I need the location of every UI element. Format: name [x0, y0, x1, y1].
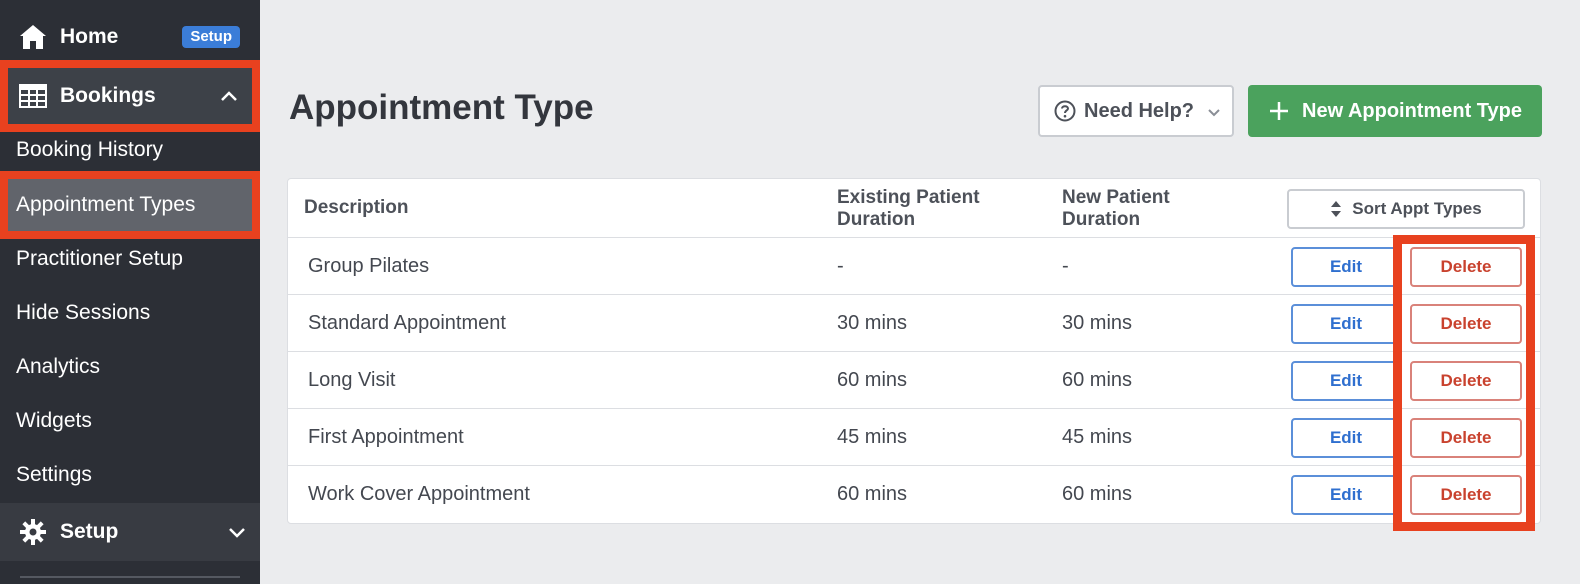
cell-new-duration: 30 mins: [1062, 312, 1133, 334]
delete-button[interactable]: Delete: [1410, 247, 1522, 287]
column-header-new-patient-duration: New Patient Duration: [1062, 187, 1170, 231]
column-header-line: New Patient: [1062, 187, 1170, 208]
sidebar-item-home[interactable]: Home Setup: [0, 14, 260, 60]
cell-existing-duration: 60 mins: [837, 369, 908, 391]
edit-button[interactable]: Edit: [1291, 247, 1401, 287]
column-header-line: Duration: [837, 209, 916, 230]
cell-description: First Appointment: [308, 426, 464, 448]
column-header-existing-patient-duration: Existing Patient Duration: [837, 187, 980, 231]
cell-existing-duration: 45 mins: [837, 426, 908, 448]
sidebar-item-label: Setup: [60, 520, 119, 543]
sidebar-item-hide-sessions[interactable]: Hide Sessions: [0, 286, 260, 340]
cell-description: Long Visit: [308, 369, 396, 391]
chevron-down-icon: [1206, 103, 1222, 119]
table-row: Group Pilates - - Edit Delete: [288, 237, 1540, 294]
edit-button[interactable]: Edit: [1291, 475, 1401, 515]
table-grid-icon: [18, 81, 48, 111]
table-row: Work Cover Appointment 60 mins 60 mins E…: [288, 465, 1540, 522]
cell-description: Work Cover Appointment: [308, 483, 530, 505]
cell-existing-duration: 30 mins: [837, 312, 908, 334]
edit-button[interactable]: Edit: [1291, 304, 1401, 344]
cell-description: Standard Appointment: [308, 312, 506, 334]
sidebar-item-label: Appointment Types: [16, 193, 196, 216]
cell-existing-duration: 60 mins: [837, 483, 908, 505]
delete-button[interactable]: Delete: [1410, 475, 1522, 515]
sort-appt-types-label: Sort Appt Types: [1352, 199, 1482, 218]
appointment-types-table: Description Existing Patient Duration Ne…: [287, 178, 1541, 524]
column-header-line: Existing Patient: [837, 187, 980, 208]
cell-existing-duration: -: [837, 255, 844, 277]
table-row: Standard Appointment 30 mins 30 mins Edi…: [288, 294, 1540, 351]
question-circle-icon: [1054, 100, 1076, 122]
sort-appt-types-button[interactable]: Sort Appt Types: [1287, 189, 1525, 229]
need-help-button[interactable]: Need Help?: [1038, 85, 1234, 137]
sidebar-item-analytics[interactable]: Analytics: [0, 340, 260, 394]
page-title: Appointment Type: [289, 88, 594, 127]
sidebar-item-setup[interactable]: Setup: [0, 503, 260, 561]
cell-description: Group Pilates: [308, 255, 430, 277]
plus-icon: [1268, 100, 1290, 122]
sidebar-item-label: Analytics: [16, 355, 101, 378]
sidebar-item-appointment-types[interactable]: Appointment Types: [0, 171, 260, 239]
new-appointment-type-button[interactable]: New Appointment Type: [1248, 85, 1542, 137]
delete-button[interactable]: Delete: [1410, 361, 1522, 401]
column-header-description: Description: [304, 197, 409, 218]
sidebar-divider: [20, 576, 240, 578]
chevron-up-icon[interactable]: [214, 81, 244, 111]
sidebar-item-label: Booking History: [16, 138, 164, 161]
delete-button[interactable]: Delete: [1410, 418, 1522, 458]
sidebar-item-label: Practitioner Setup: [16, 247, 183, 270]
edit-button[interactable]: Edit: [1291, 361, 1401, 401]
sort-icon: [1330, 200, 1342, 218]
cell-new-duration: -: [1062, 255, 1069, 277]
sidebar-item-label: Widgets: [16, 409, 92, 432]
gear-icon: [18, 517, 48, 547]
setup-badge: Setup: [182, 26, 240, 48]
home-icon: [18, 22, 48, 52]
need-help-label: Need Help?: [1084, 99, 1195, 122]
sidebar-item-widgets[interactable]: Widgets: [0, 394, 260, 448]
edit-button[interactable]: Edit: [1291, 418, 1401, 458]
sidebar-item-label: Bookings: [60, 84, 156, 107]
sidebar-item-label: Settings: [16, 463, 92, 486]
sidebar-item-bookings[interactable]: Bookings: [0, 60, 260, 132]
table-row: Long Visit 60 mins 60 mins Edit Delete: [288, 351, 1540, 408]
sidebar-item-settings[interactable]: Settings: [0, 448, 260, 502]
cell-new-duration: 60 mins: [1062, 483, 1133, 505]
sidebar-item-label: Home: [60, 25, 119, 48]
sidebar-item-label: Hide Sessions: [16, 301, 151, 324]
chevron-down-icon[interactable]: [222, 517, 252, 547]
column-header-line: Duration: [1062, 209, 1141, 230]
sidebar: Home Setup Bookings Booking History Appo…: [0, 0, 260, 584]
new-appointment-type-label: New Appointment Type: [1302, 99, 1522, 122]
cell-new-duration: 45 mins: [1062, 426, 1133, 448]
sidebar-item-booking-history[interactable]: Booking History: [0, 123, 260, 177]
cell-new-duration: 60 mins: [1062, 369, 1133, 391]
table-row: First Appointment 45 mins 45 mins Edit D…: [288, 408, 1540, 465]
sidebar-item-practitioner-setup[interactable]: Practitioner Setup: [0, 232, 260, 286]
delete-button[interactable]: Delete: [1410, 304, 1522, 344]
